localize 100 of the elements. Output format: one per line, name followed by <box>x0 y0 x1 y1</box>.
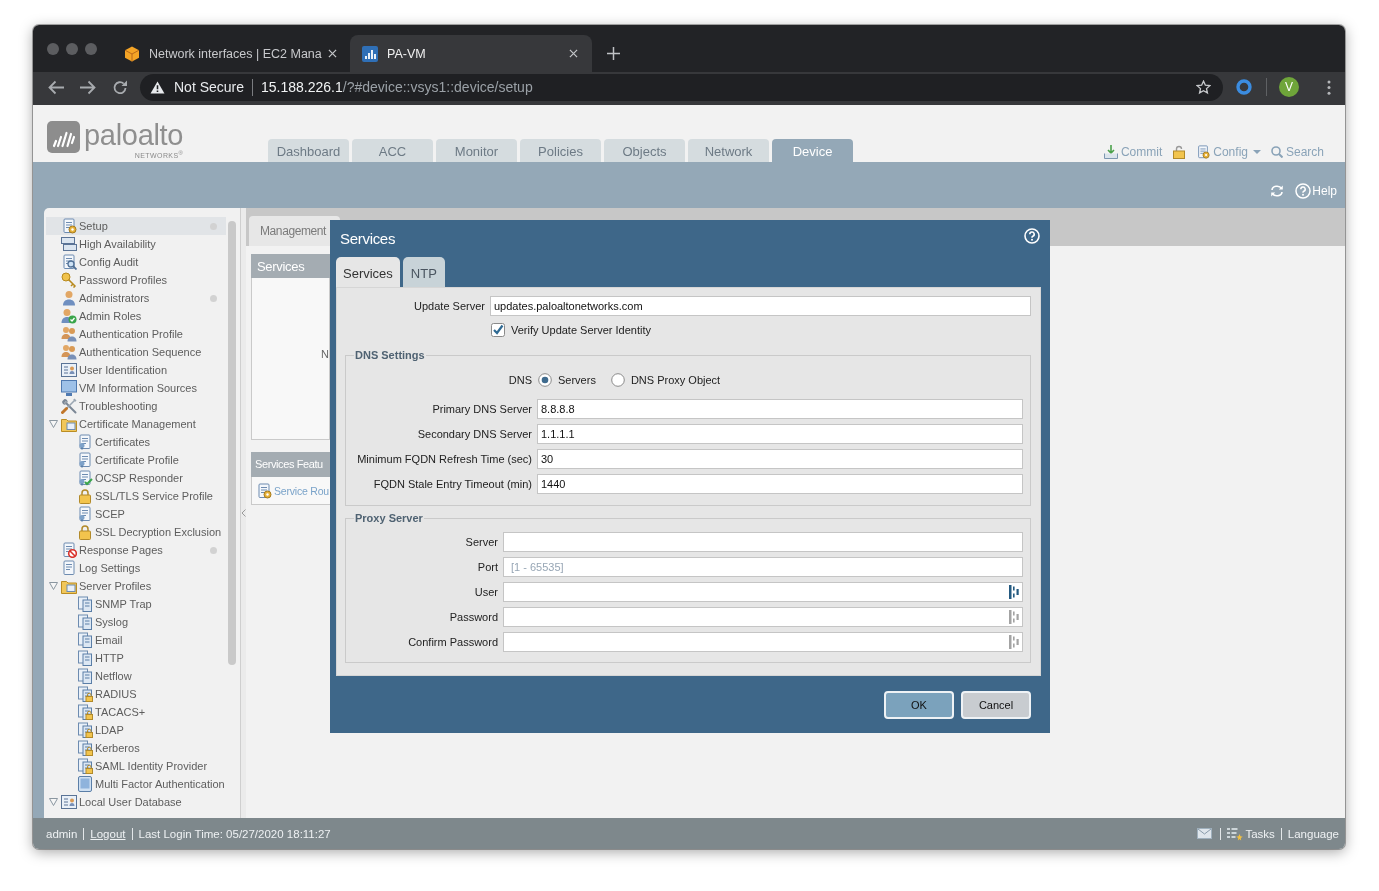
radio-button[interactable] <box>610 373 625 387</box>
expand-triangle-icon[interactable] <box>49 798 58 806</box>
sidebar-item[interactable]: LDAP <box>46 721 226 739</box>
sidebar-item[interactable]: Log Settings <box>46 559 226 577</box>
cube-icon <box>124 45 140 62</box>
sidebar-item[interactable]: Email <box>46 631 226 649</box>
refresh-icon[interactable] <box>1270 185 1285 197</box>
sidebar-item[interactable]: SSL Decryption Exclusion <box>46 523 226 541</box>
expand-triangle-icon[interactable] <box>49 420 58 428</box>
sidebar-item[interactable]: Password Profiles <box>46 271 226 289</box>
server-icon <box>77 596 93 612</box>
checkbox-label[interactable]: Verify Update Server Identity <box>511 324 651 336</box>
radio-label[interactable]: DNS Proxy Object <box>630 374 721 386</box>
document-icon <box>61 560 77 576</box>
sidebar-item[interactable]: SCEP <box>46 505 226 523</box>
field-label: Confirm Password <box>407 636 498 648</box>
nav-tab[interactable]: Monitor <box>436 139 517 162</box>
radio-label[interactable]: Servers <box>558 374 596 386</box>
plus-icon[interactable] <box>607 47 620 60</box>
language-link[interactable]: Language <box>1287 827 1339 840</box>
input-field[interactable] <box>503 532 1023 552</box>
sidebar-item[interactable]: Server Profiles <box>46 577 226 595</box>
sidebar-item[interactable]: Netflow <box>46 667 226 685</box>
star-icon[interactable] <box>1196 79 1211 95</box>
sidebar-item[interactable]: Syslog <box>46 613 226 631</box>
input-field[interactable]: 1.1.1.1 <box>537 424 1023 444</box>
radio-button[interactable] <box>538 373 552 387</box>
panel-header: Services <box>251 254 330 278</box>
forward-arrow-icon[interactable] <box>80 79 96 95</box>
sidebar-item[interactable]: Authentication Sequence <box>46 343 226 361</box>
content-tab[interactable]: Management <box>249 216 340 246</box>
input-field[interactable]: 8.8.8.8 <box>537 399 1023 419</box>
sidebar-item[interactable]: Certificates <box>46 433 226 451</box>
envelope-icon[interactable] <box>1197 828 1213 839</box>
nav-tab[interactable]: Dashboard <box>268 139 349 162</box>
nav-tab[interactable]: Policies <box>520 139 601 162</box>
input-field[interactable]: 30 <box>537 449 1023 469</box>
close-icon[interactable] <box>327 49 337 58</box>
tasks-icon <box>1227 826 1244 841</box>
input-field[interactable] <box>503 607 1023 627</box>
input-field[interactable]: [1 - 65535] <box>503 557 1023 577</box>
sidebar-item[interactable]: RADIUS <box>46 685 226 703</box>
sidebar-item[interactable]: Admin Roles <box>46 307 226 325</box>
zoom-window-button[interactable] <box>85 42 97 55</box>
certificate-check-icon <box>77 470 93 486</box>
sidebar-item[interactable]: TACACS+ <box>46 703 226 721</box>
sidebar-item[interactable]: VM Information Sources <box>46 379 226 397</box>
sidebar-item[interactable]: SNMP Trap <box>46 595 226 613</box>
input-field[interactable] <box>503 632 1023 652</box>
server-icon <box>77 668 93 684</box>
input-field[interactable] <box>503 582 1023 602</box>
sidebar-item[interactable]: Response Pages <box>46 541 226 559</box>
ok-button[interactable]: OK <box>884 691 954 719</box>
sidebar-item[interactable]: Multi Factor Authentication <box>46 775 226 793</box>
bar-chart-icon <box>362 45 378 62</box>
certificate-icon <box>77 434 93 450</box>
nav-tab[interactable]: Objects <box>604 139 685 162</box>
cancel-button[interactable]: Cancel <box>961 691 1031 719</box>
browser-tab[interactable]: PA-VM <box>350 35 592 72</box>
tasks-link[interactable]: Tasks <box>1227 826 1275 841</box>
tablet-icon <box>77 776 93 792</box>
minimize-window-button[interactable] <box>66 42 78 55</box>
nav-tab[interactable]: ACC <box>352 139 433 162</box>
nav-tab[interactable]: Network <box>688 139 769 162</box>
sidebar-item[interactable]: Local User Database <box>46 793 226 811</box>
browser-tab[interactable]: Network interfaces | EC2 Mana <box>112 35 350 72</box>
dialog-tab[interactable]: Services <box>336 257 400 287</box>
sidebar-item[interactable]: Config Audit <box>46 253 226 271</box>
sidebar-item[interactable]: Administrators <box>46 289 226 307</box>
sidebar-item[interactable]: User Identification <box>46 361 226 379</box>
panel-text: N <box>321 348 329 360</box>
input-field[interactable]: 1440 <box>537 474 1023 494</box>
stripes-icon[interactable] <box>1009 585 1019 599</box>
checkbox[interactable] <box>491 323 505 337</box>
sidebar-item[interactable]: SAML Identity Provider <box>46 757 226 775</box>
dialog-tab[interactable]: NTP <box>402 257 445 287</box>
reload-icon[interactable] <box>112 79 128 95</box>
back-arrow-icon[interactable] <box>48 79 64 95</box>
address-bar[interactable]: Not Secure 15.188.226.1/?#device::vsys1::device/setup <box>140 73 1223 101</box>
sidebar-item[interactable]: HTTP <box>46 649 226 667</box>
input-field[interactable]: updates.paloaltonetworks.com <box>490 296 1031 316</box>
sidebar-item[interactable]: Certificate Profile <box>46 451 226 469</box>
sidebar-item[interactable]: High Availability <box>46 235 226 253</box>
lock-icon[interactable] <box>1172 145 1187 159</box>
help-icon[interactable] <box>1024 228 1040 244</box>
scrollbar-thumb[interactable] <box>228 221 236 665</box>
close-window-button[interactable] <box>47 42 59 55</box>
sidebar-item[interactable]: Troubleshooting <box>46 397 226 415</box>
sidebar-item[interactable]: Authentication Profile <box>46 325 226 343</box>
ring-icon[interactable] <box>1236 79 1252 95</box>
people-icon <box>61 344 77 360</box>
sidebar-item[interactable]: SSL/TLS Service Profile <box>46 487 226 505</box>
sidebar-item[interactable]: Kerberos <box>46 739 226 757</box>
sidebar-item[interactable]: OCSP Responder <box>46 469 226 487</box>
expand-triangle-icon[interactable] <box>49 582 58 590</box>
close-icon[interactable] <box>569 49 578 58</box>
sidebar-item[interactable]: Certificate Management <box>46 415 226 433</box>
menu-icon[interactable] <box>1327 79 1331 95</box>
logout-link[interactable]: Logout <box>90 827 126 840</box>
sidebar-item[interactable]: Setup <box>46 217 226 235</box>
